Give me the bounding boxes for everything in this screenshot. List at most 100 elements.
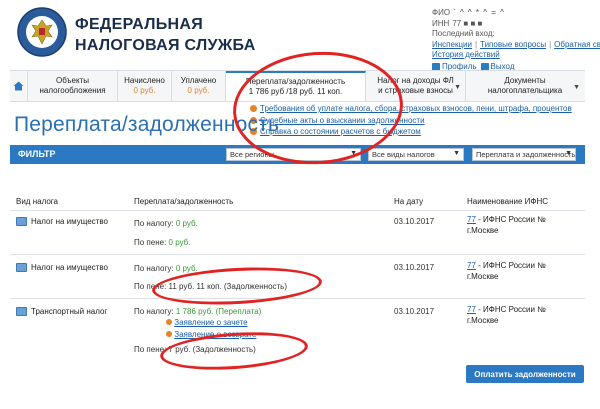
status-value: Переплата и задолженность bbox=[476, 150, 576, 159]
zachet-link[interactable]: Заявление о зачете bbox=[174, 318, 247, 327]
col-header-date: На дату bbox=[394, 197, 424, 206]
ifns-city: г.Москве bbox=[467, 271, 499, 281]
chevron-down-icon: ▼ bbox=[453, 150, 460, 157]
row-3-ifns: 77 - ИФНС России № г.Москве bbox=[467, 305, 546, 326]
table-row-3-tax: Транспортный налог bbox=[16, 307, 107, 316]
overpayment-dropdown: Требования об уплате налога, сбора, стра… bbox=[250, 103, 572, 138]
col-header-balance: Переплата/задолженность bbox=[134, 197, 234, 206]
link-requirements[interactable]: Требования об уплате налога, сбора, стра… bbox=[260, 103, 572, 115]
row-2-ifns: 77 - ИФНС России № г.Москве bbox=[467, 261, 546, 282]
by-tax-label: По налогу: bbox=[134, 264, 174, 273]
by-tax-label: По налогу: bbox=[134, 307, 174, 316]
tab-objects[interactable]: Объекты налогообложения bbox=[28, 71, 118, 101]
tab-overpayment-debt[interactable]: Переплата/задолженность 1 786 руб /18 ру… bbox=[226, 71, 366, 101]
tab-overpayment-label: Переплата/задолженность bbox=[245, 77, 346, 86]
tax-name: Налог на имущество bbox=[31, 263, 108, 272]
home-button[interactable] bbox=[10, 71, 28, 101]
row-2-by-tax: По налогу: 0 руб. bbox=[134, 264, 198, 273]
document-icon bbox=[166, 331, 172, 337]
tab-ndfl[interactable]: Налог на доходы ФЛ и страховые взносы ▼ bbox=[366, 71, 466, 101]
ifns-city: г.Москве bbox=[467, 315, 499, 325]
tab-accrued-label: Начислено bbox=[124, 76, 165, 85]
by-tax-value: 0 руб. bbox=[175, 264, 198, 273]
link-statement[interactable]: Справка о состоянии расчетов с бюджетом bbox=[260, 126, 421, 138]
user-panel: ФИО ` ^ ^ * ^ = ^ ИНН 77 ■ ■ ■ Последний… bbox=[432, 8, 600, 72]
row-3-date: 03.10.2017 bbox=[394, 307, 435, 316]
col-header-tax: Вид налога bbox=[16, 197, 58, 206]
tax-name: Транспортный налог bbox=[31, 307, 108, 316]
tab-paid-sum: 0 руб. bbox=[187, 86, 210, 95]
link-court-acts[interactable]: Судебные акты о взыскании задолженности bbox=[260, 115, 425, 127]
by-penalty-label: По пене: bbox=[134, 282, 167, 291]
chevron-down-icon: ▼ bbox=[573, 84, 580, 91]
filter-bar: ФИЛЬТР Все регионы ▼ Все виды налогов ▼ … bbox=[10, 145, 585, 164]
dropdown-item-requirements[interactable]: Требования об уплате налога, сбора, стра… bbox=[250, 103, 572, 115]
page-title: Переплата/задолженность bbox=[14, 113, 280, 136]
tax-name: Налог на имущество bbox=[31, 217, 108, 226]
row-3-by-tax: По налогу: 1 786 руб. (Переплата) bbox=[134, 307, 261, 316]
fns-emblem-logo[interactable] bbox=[16, 6, 68, 58]
car-icon bbox=[16, 307, 27, 316]
tab-overpayment-sum: 1 786 руб /18 руб. 11 коп. bbox=[248, 87, 343, 96]
table-row-1-tax: Налог на имущество bbox=[16, 217, 108, 226]
row-3-by-penalty: По пене: 7 руб. (Задолженность) bbox=[134, 345, 256, 354]
tax-icon bbox=[16, 217, 27, 226]
by-penalty-label: По пене: bbox=[134, 238, 167, 247]
by-tax-label: По налогу: bbox=[134, 219, 174, 228]
fio-label: ФИО bbox=[432, 8, 451, 17]
fio-value: ` ^ ^ * ^ = ^ bbox=[453, 8, 505, 17]
tab-paid-label: Уплачено bbox=[180, 76, 217, 85]
by-tax-value: 1 786 руб. (Переплата) bbox=[175, 307, 262, 316]
link-faq[interactable]: Типовые вопросы bbox=[480, 40, 546, 51]
row-1-by-penalty: По пене: 0 руб. bbox=[134, 238, 190, 247]
row-3-vozvrat: Заявление о возврате bbox=[166, 330, 256, 339]
link-inspections[interactable]: Инспекции bbox=[432, 40, 472, 51]
ifns-name: - ИФНС России № bbox=[475, 215, 546, 224]
region-value: Все регионы bbox=[230, 150, 274, 159]
tab-objects-label: Объекты bbox=[56, 76, 89, 85]
tab-documents-label: Документы bbox=[504, 76, 546, 85]
document-icon bbox=[250, 105, 257, 113]
inn-label: ИНН bbox=[432, 18, 450, 28]
row-1-date: 03.10.2017 bbox=[394, 217, 435, 226]
tab-objects-label2: налогообложения bbox=[39, 86, 106, 95]
brand-title: ФЕДЕРАЛЬНАЯ НАЛОГОВАЯ СЛУЖБА bbox=[75, 14, 256, 56]
row-1-by-tax: По налогу: 0 руб. bbox=[134, 219, 198, 228]
divider bbox=[10, 210, 585, 211]
pay-debts-button[interactable]: Оплатить задолженности bbox=[466, 365, 584, 383]
ifns-link[interactable]: 77 bbox=[467, 215, 476, 224]
tab-ndfl-label2: и страховые взносы bbox=[378, 86, 453, 95]
vozvrat-link[interactable]: Заявление о возврате bbox=[174, 330, 256, 339]
header: ФЕДЕРАЛЬНАЯ НАЛОГОВАЯ СЛУЖБА ФИО ` ^ ^ *… bbox=[0, 0, 600, 71]
brand-line-1: ФЕДЕРАЛЬНАЯ bbox=[75, 16, 204, 33]
tax-icon bbox=[16, 263, 27, 272]
link-history[interactable]: История действий bbox=[432, 50, 500, 61]
by-tax-value: 0 руб. bbox=[175, 219, 198, 228]
ifns-link[interactable]: 77 bbox=[467, 261, 476, 270]
chevron-down-icon: ▼ bbox=[565, 150, 572, 157]
tab-accrued[interactable]: Начислено 0 руб. bbox=[118, 71, 172, 101]
dropdown-item-statement[interactable]: Справка о состоянии расчетов с бюджетом bbox=[250, 126, 572, 138]
main-nav: Объекты налогообложения Начислено 0 руб.… bbox=[10, 70, 585, 102]
tab-accrued-sum: 0 руб. bbox=[133, 86, 156, 95]
tax-type-value: Все виды налогов bbox=[372, 150, 435, 159]
region-select[interactable]: Все регионы ▼ bbox=[226, 148, 361, 161]
tab-paid[interactable]: Уплачено 0 руб. bbox=[172, 71, 226, 101]
tax-type-select[interactable]: Все виды налогов ▼ bbox=[368, 148, 464, 161]
tab-documents[interactable]: Документы налогоплательщика ▼ bbox=[466, 71, 584, 101]
row-2-date: 03.10.2017 bbox=[394, 263, 435, 272]
ifns-link[interactable]: 77 bbox=[467, 305, 476, 314]
link-feedback[interactable]: Обратная связь bbox=[554, 40, 600, 51]
brand-line-2: НАЛОГОВАЯ СЛУЖБА bbox=[75, 37, 256, 54]
by-penalty-value: 0 руб. bbox=[168, 238, 191, 247]
by-penalty-value: 11 руб. 11 коп. (Задолженность) bbox=[168, 282, 288, 291]
status-select[interactable]: Переплата и задолженность ▼ bbox=[472, 148, 576, 161]
chevron-down-icon: ▼ bbox=[454, 84, 461, 91]
table-row-2-tax: Налог на имущество bbox=[16, 263, 108, 272]
ifns-name: - ИФНС России № bbox=[475, 305, 546, 314]
tab-ndfl-label: Налог на доходы ФЛ bbox=[377, 76, 454, 85]
row-2-by-penalty: По пене: 11 руб. 11 коп. (Задолженность) bbox=[134, 282, 287, 291]
by-penalty-value: 7 руб. (Задолженность) bbox=[168, 345, 256, 354]
divider bbox=[10, 254, 585, 255]
dropdown-item-court-acts[interactable]: Судебные акты о взыскании задолженности bbox=[250, 115, 572, 127]
